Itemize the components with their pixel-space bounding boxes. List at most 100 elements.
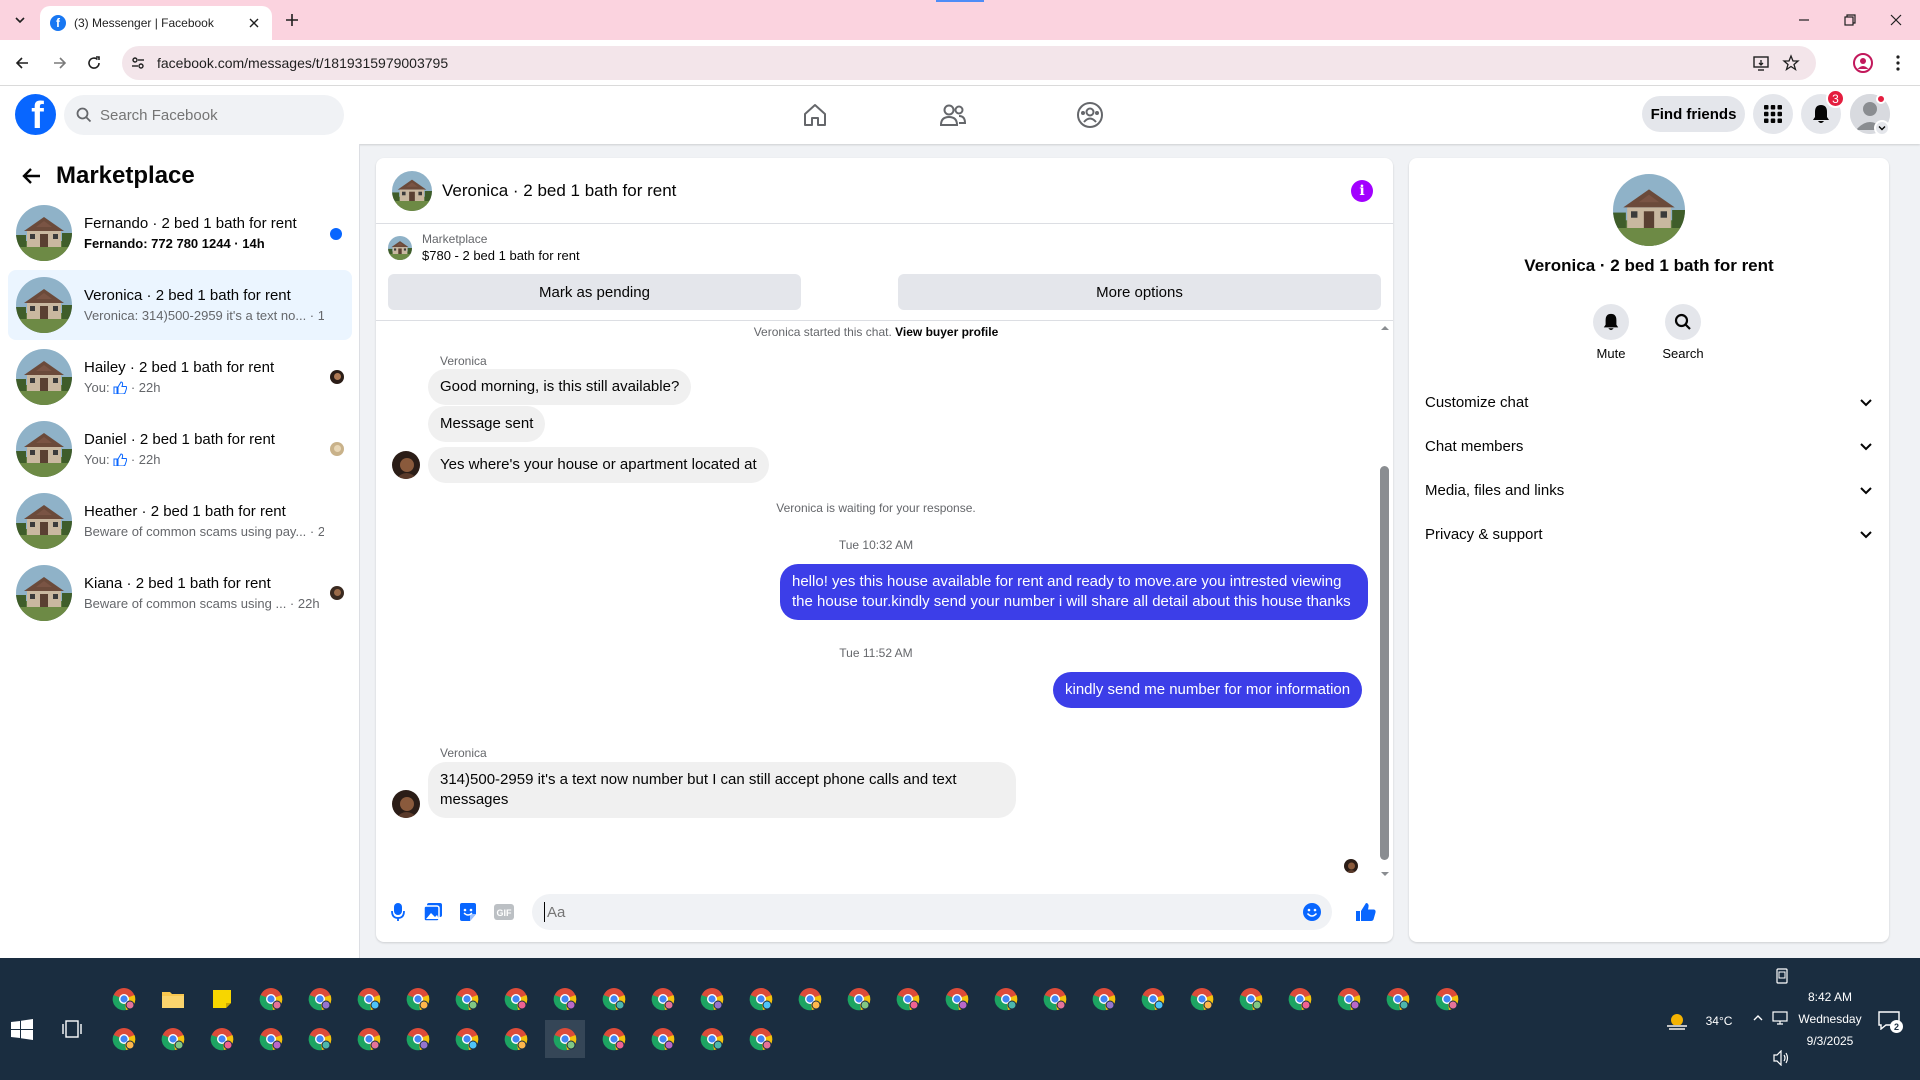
reload-button[interactable]: [82, 51, 106, 75]
chat-members-section[interactable]: Chat members: [1425, 424, 1873, 468]
close-tab-icon[interactable]: [246, 15, 262, 31]
browser-menu-button[interactable]: [1888, 52, 1908, 74]
taskbar-chrome-icon[interactable]: [447, 980, 487, 1018]
address-bar[interactable]: facebook.com/messages/t/1819315979003795: [122, 46, 1816, 80]
taskbar-chrome-icon[interactable]: [1329, 980, 1369, 1018]
taskbar-chrome-icon[interactable]: [937, 980, 977, 1018]
taskbar-chrome-icon[interactable]: [300, 1020, 340, 1058]
back-button[interactable]: [10, 51, 34, 75]
home-nav-button[interactable]: [800, 100, 830, 130]
taskbar-chrome-icon[interactable]: [643, 980, 683, 1018]
conversation-item[interactable]: Heather · 2 bed 1 bath for rent Beware o…: [8, 486, 352, 556]
marketplace-listing[interactable]: Marketplace $780 - 2 bed 1 bath for rent: [388, 232, 580, 263]
site-settings-icon[interactable]: [130, 55, 146, 71]
taskbar-chrome-icon[interactable]: [741, 980, 781, 1018]
taskbar-sticky-notes-icon[interactable]: [202, 980, 242, 1018]
menu-grid-button[interactable]: [1753, 94, 1793, 134]
find-friends-button[interactable]: Find friends: [1642, 96, 1745, 132]
conversation-item[interactable]: Daniel · 2 bed 1 bath for rent You: · 22…: [8, 414, 352, 484]
forward-button[interactable]: [48, 51, 72, 75]
search-in-chat-button[interactable]: [1665, 304, 1701, 340]
taskbar-chrome-icon[interactable]: [594, 980, 634, 1018]
taskbar-chrome-icon[interactable]: [153, 1020, 193, 1058]
clock-date[interactable]: 9/3/2025: [1788, 1034, 1872, 1048]
taskbar-chrome-icon[interactable]: [398, 980, 438, 1018]
taskbar-chrome-icon[interactable]: [104, 1020, 144, 1058]
send-like-button[interactable]: [1354, 900, 1378, 924]
conversation-item[interactable]: Kiana · 2 bed 1 bath for rent Beware of …: [8, 558, 352, 628]
chevron-up-icon[interactable]: [1752, 1012, 1764, 1024]
taskbar-chrome-icon[interactable]: [545, 980, 585, 1018]
more-options-button[interactable]: More options: [898, 274, 1381, 310]
browser-tab-messenger[interactable]: f (3) Messenger | Facebook: [40, 6, 272, 40]
clock-time[interactable]: 8:42 AM: [1788, 990, 1872, 1004]
sender-avatar[interactable]: [392, 790, 420, 818]
taskbar-chrome-icon[interactable]: [349, 1020, 389, 1058]
privacy-support-section[interactable]: Privacy & support: [1425, 512, 1873, 556]
facebook-logo-icon[interactable]: f: [15, 94, 56, 135]
task-view-icon[interactable]: [62, 1018, 84, 1040]
volume-icon[interactable]: [1772, 1050, 1790, 1066]
taskbar-chrome-icon[interactable]: [986, 980, 1026, 1018]
restore-button[interactable]: [1838, 8, 1862, 32]
taskbar-chrome-icon[interactable]: [790, 980, 830, 1018]
sender-avatar[interactable]: [392, 451, 420, 479]
media-files-links-section[interactable]: Media, files and links: [1425, 468, 1873, 512]
taskbar-chrome-icon[interactable]: [1427, 980, 1467, 1018]
taskbar-chrome-icon[interactable]: [398, 1020, 438, 1058]
taskbar-chrome-icon[interactable]: [496, 980, 536, 1018]
taskbar-chrome-icon[interactable]: [643, 1020, 683, 1058]
taskbar-chrome-icon[interactable]: [447, 1020, 487, 1058]
action-center-button[interactable]: 2: [1878, 1010, 1904, 1034]
taskbar-chrome-icon[interactable]: [300, 980, 340, 1018]
back-arrow-icon[interactable]: [20, 164, 44, 188]
taskbar-chrome-icon[interactable]: [594, 1020, 634, 1058]
taskbar-chrome-icon[interactable]: [1182, 980, 1222, 1018]
conversation-item[interactable]: Hailey · 2 bed 1 bath for rent You: · 22…: [8, 342, 352, 412]
browser-profile-icon[interactable]: [1852, 52, 1874, 74]
clock-day[interactable]: Wednesday: [1788, 1012, 1872, 1026]
mark-as-pending-button[interactable]: Mark as pending: [388, 274, 801, 310]
taskbar-chrome-icon[interactable]: [1378, 980, 1418, 1018]
friends-nav-button[interactable]: [938, 100, 968, 130]
tablet-mode-icon[interactable]: [1774, 968, 1790, 984]
taskbar-chrome-icon[interactable]: [545, 1020, 585, 1058]
taskbar-chrome-icon[interactable]: [1084, 980, 1124, 1018]
taskbar-chrome-icon[interactable]: [1133, 980, 1173, 1018]
chat-thumbnail[interactable]: [392, 171, 432, 211]
taskbar-file-explorer-icon[interactable]: [153, 980, 193, 1018]
weather-temperature[interactable]: 34°C: [1694, 1014, 1744, 1028]
minimize-button[interactable]: [1792, 8, 1816, 32]
conversation-info-icon[interactable]: i: [1351, 180, 1373, 202]
conversation-item[interactable]: Veronica · 2 bed 1 bath for rent Veronic…: [8, 270, 352, 340]
mute-button[interactable]: [1593, 304, 1629, 340]
facebook-search[interactable]: [64, 95, 344, 135]
view-buyer-profile-link[interactable]: View buyer profile: [895, 325, 998, 339]
taskbar-chrome-icon[interactable]: [251, 980, 291, 1018]
search-action[interactable]: Search: [1653, 304, 1713, 361]
conversation-item[interactable]: Fernando · 2 bed 1 bath for rent Fernand…: [8, 198, 352, 268]
taskbar-chrome-icon[interactable]: [888, 980, 928, 1018]
voice-clip-button[interactable]: [386, 900, 410, 924]
taskbar-chrome-icon[interactable]: [692, 980, 732, 1018]
close-window-button[interactable]: [1884, 8, 1908, 32]
bookmark-star-icon[interactable]: [1782, 54, 1800, 72]
taskbar-chrome-icon[interactable]: [1280, 980, 1320, 1018]
taskbar-chrome-icon[interactable]: [1035, 980, 1075, 1018]
search-input[interactable]: [100, 106, 320, 124]
groups-nav-button[interactable]: [1075, 100, 1105, 130]
scrollbar-thumb[interactable]: [1380, 466, 1389, 860]
message-input[interactable]: [544, 902, 1284, 922]
customize-chat-section[interactable]: Customize chat: [1425, 380, 1873, 424]
message-input-wrapper[interactable]: [532, 894, 1332, 930]
attach-media-button[interactable]: [421, 900, 445, 924]
mute-action[interactable]: Mute: [1581, 304, 1641, 361]
weather-sun-icon[interactable]: [1664, 1010, 1690, 1032]
taskbar-chrome-icon[interactable]: [349, 980, 389, 1018]
taskbar-chrome-icon[interactable]: [104, 980, 144, 1018]
account-chevron-icon[interactable]: [1874, 120, 1890, 136]
tab-list-button[interactable]: [8, 8, 32, 32]
taskbar-chrome-icon[interactable]: [251, 1020, 291, 1058]
taskbar-chrome-icon[interactable]: [741, 1020, 781, 1058]
taskbar-chrome-icon[interactable]: [496, 1020, 536, 1058]
